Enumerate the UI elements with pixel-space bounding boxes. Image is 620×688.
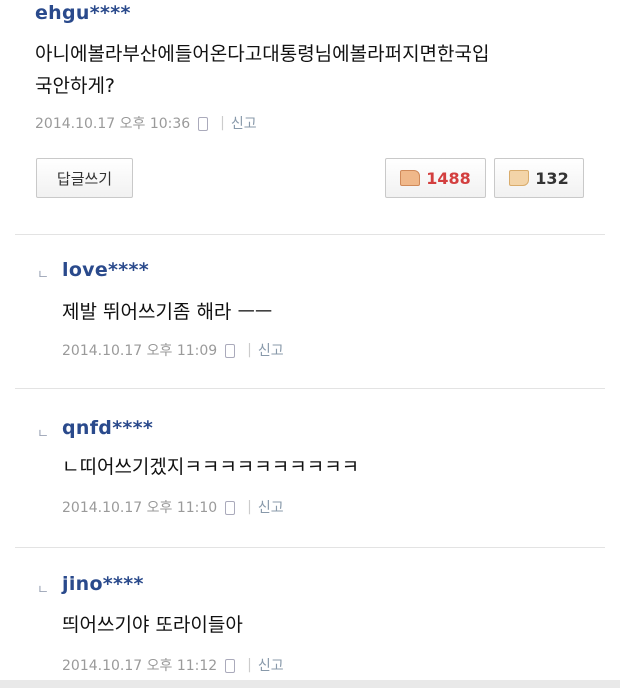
reply-date: 2014.10.17 오후 11:12: [62, 658, 218, 674]
mobile-phone-icon: [225, 344, 236, 358]
meta-separator: |: [247, 499, 252, 515]
like-button[interactable]: 1488: [385, 158, 486, 198]
report-link[interactable]: 신고: [258, 340, 284, 360]
main-comment: ehgu**** 아니에볼라부산에들어온다고대통령님에볼라퍼지면한국입 국안하게…: [0, 0, 620, 235]
reply-text: 띄어쓰기야 또라이들아: [62, 614, 243, 636]
thumbs-down-icon: [509, 170, 530, 186]
report-link[interactable]: 신고: [231, 113, 257, 133]
reply-arrow-icon: ㄴ: [37, 268, 49, 283]
thumbs-up-icon: [400, 170, 421, 186]
like-count: 1488: [426, 168, 471, 188]
dislike-button[interactable]: 132: [494, 158, 584, 198]
report-link[interactable]: 신고: [258, 497, 284, 517]
reply-button-label: 답글쓰기: [56, 169, 113, 188]
comment-text: 아니에볼라부산에들어온다고대통령님에볼라퍼지면한국입 국안하게?: [35, 38, 595, 102]
reply-button[interactable]: 답글쓰기: [36, 158, 133, 198]
report-link[interactable]: 신고: [258, 655, 284, 675]
reply-arrow-icon: ㄴ: [37, 427, 49, 442]
reply-item: ㄴ love**** 제발 뛰어쓰기좀 해라 ㅡㅡ 2014.10.17 오후 …: [0, 240, 620, 380]
reply-text: 제발 뛰어쓰기좀 해라 ㅡㅡ: [62, 301, 273, 323]
reply-username[interactable]: qnfd****: [62, 417, 153, 439]
comment-text-line-2: 국안하게?: [35, 75, 116, 97]
dislike-count: 132: [535, 168, 569, 188]
reply-item: ㄴ jino**** 띄어쓰기야 또라이들아 2014.10.17 오후 11:…: [0, 555, 620, 680]
mobile-phone-icon: [198, 117, 209, 131]
reply-meta: 2014.10.17 오후 11:09 | 신고: [62, 340, 284, 360]
reply-meta: 2014.10.17 오후 11:12 | 신고: [62, 655, 284, 675]
meta-separator: |: [247, 342, 252, 358]
reply-text: ㄴ띠어쓰기겠지ㅋㅋㅋㅋㅋㅋㅋㅋㅋㅋ: [62, 456, 360, 478]
comment-username[interactable]: ehgu****: [35, 2, 131, 24]
reply-arrow-icon: ㄴ: [37, 583, 49, 598]
bottom-strip: [0, 680, 620, 688]
divider: [15, 234, 605, 235]
reply-date: 2014.10.17 오후 11:10: [62, 500, 218, 516]
comment-date: 2014.10.17 오후 10:36: [35, 116, 191, 132]
meta-separator: |: [220, 115, 225, 131]
reply-date: 2014.10.17 오후 11:09: [62, 343, 218, 359]
comment-meta: 2014.10.17 오후 10:36 | 신고: [35, 113, 257, 133]
reply-username[interactable]: love****: [62, 259, 149, 281]
meta-separator: |: [247, 657, 252, 673]
mobile-phone-icon: [225, 659, 236, 673]
comment-text-line-1: 아니에볼라부산에들어온다고대통령님에볼라퍼지면한국입: [35, 43, 490, 65]
divider: [15, 547, 605, 548]
reply-username[interactable]: jino****: [62, 573, 144, 595]
reply-meta: 2014.10.17 오후 11:10 | 신고: [62, 497, 284, 517]
reply-item: ㄴ qnfd**** ㄴ띠어쓰기겠지ㅋㅋㅋㅋㅋㅋㅋㅋㅋㅋ 2014.10.17 …: [0, 395, 620, 545]
mobile-phone-icon: [225, 501, 236, 515]
divider: [15, 388, 605, 389]
